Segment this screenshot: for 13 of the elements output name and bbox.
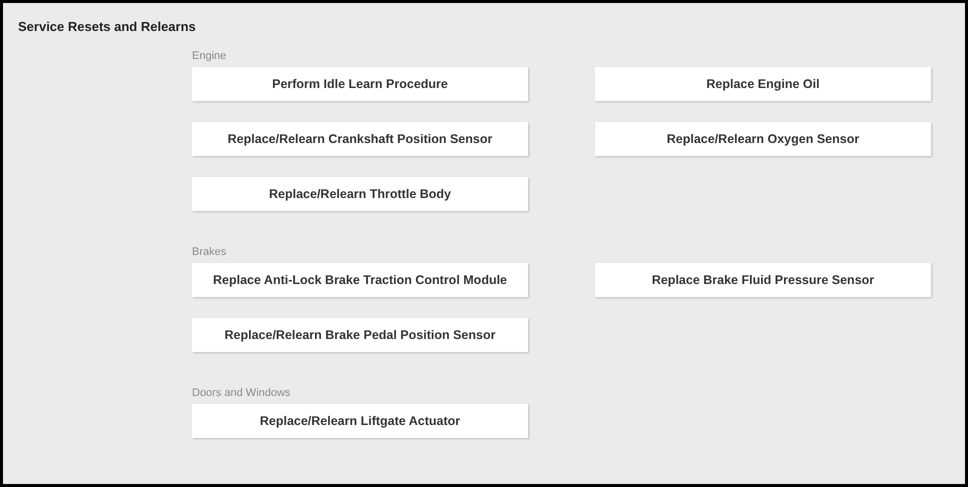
procedure-button[interactable]: Replace/Relearn Oxygen Sensor	[595, 122, 931, 156]
page-title: Service Resets and Relearns	[18, 19, 197, 36]
procedure-button[interactable]: Replace/Relearn Throttle Body	[192, 177, 528, 211]
group-label: Doors and Windows	[192, 387, 292, 399]
procedure-button[interactable]: Replace Brake Fluid Pressure Sensor	[595, 263, 931, 297]
procedure-button[interactable]: Replace/Relearn Brake Pedal Position Sensor	[192, 318, 528, 352]
procedure-button[interactable]: Replace Anti-Lock Brake Traction Control Module	[192, 263, 528, 297]
procedure-button[interactable]: Replace Engine Oil	[595, 67, 931, 101]
procedure-button[interactable]: Perform Idle Learn Procedure	[192, 67, 528, 101]
procedure-button[interactable]: Replace/Relearn Crankshaft Position Sensor	[192, 122, 528, 156]
group-label: Engine	[192, 50, 228, 62]
procedure-button[interactable]: Replace/Relearn Liftgate Actuator	[192, 404, 528, 438]
group-label: Brakes	[192, 246, 228, 258]
